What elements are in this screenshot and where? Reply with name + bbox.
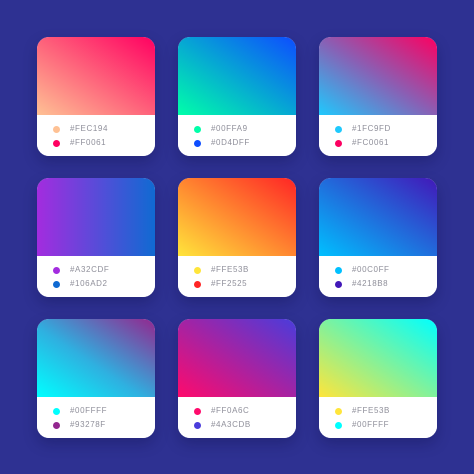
hex-code: #00FFFF bbox=[70, 406, 108, 415]
hex-code: #106AD2 bbox=[70, 279, 108, 288]
hex-code: #4218B8 bbox=[352, 279, 389, 288]
gradient-card-5[interactable]: #FFE53B #FF2525 bbox=[178, 178, 296, 297]
color-row: #FF2525 bbox=[194, 279, 247, 289]
color-dot bbox=[335, 139, 342, 147]
hex-code: #FF2525 bbox=[211, 279, 248, 288]
hex-code: #93278F bbox=[70, 420, 106, 429]
gradient-swatch bbox=[178, 319, 296, 397]
color-dot bbox=[335, 125, 342, 133]
color-codes: #1FC9FD #FC0061 bbox=[319, 115, 437, 156]
color-row: #FFE53B bbox=[335, 406, 390, 416]
hex-code: #1FC9FD bbox=[352, 124, 391, 133]
color-dot bbox=[53, 421, 60, 429]
color-codes: #FFE53B #FF2525 bbox=[178, 256, 296, 297]
gradient-card-1[interactable]: #FEC194 #FF0061 bbox=[37, 37, 155, 156]
color-codes: #FEC194 #FF0061 bbox=[37, 115, 155, 156]
color-dot bbox=[194, 266, 201, 274]
hex-code: #FEC194 bbox=[70, 124, 108, 133]
gradient-swatch bbox=[37, 178, 155, 256]
color-dot bbox=[194, 407, 201, 415]
hex-code: #A32CDF bbox=[70, 265, 110, 274]
color-dot bbox=[53, 125, 60, 133]
color-row: #4218B8 bbox=[335, 279, 388, 289]
color-codes: #00FFA9 #0D4DFF bbox=[178, 115, 296, 156]
color-dot bbox=[194, 139, 201, 147]
hex-code: #FF0061 bbox=[70, 138, 107, 147]
color-row: #93278F bbox=[53, 420, 106, 430]
gradient-card-2[interactable]: #00FFA9 #0D4DFF bbox=[178, 37, 296, 156]
hex-code: #00C0FF bbox=[352, 265, 390, 274]
color-dot bbox=[335, 421, 342, 429]
gradient-palette-grid: #FEC194 #FF0061 #00FFA9 #0D4DFF #1FC9FD … bbox=[0, 0, 474, 474]
gradient-swatch bbox=[178, 37, 296, 115]
color-row: #1FC9FD bbox=[335, 124, 391, 134]
hex-code: #00FFFF bbox=[352, 420, 390, 429]
color-codes: #00C0FF #4218B8 bbox=[319, 256, 437, 297]
gradient-card-3[interactable]: #1FC9FD #FC0061 bbox=[319, 37, 437, 156]
color-dot bbox=[194, 125, 201, 133]
color-codes: #A32CDF #106AD2 bbox=[37, 256, 155, 297]
color-row: #00C0FF bbox=[335, 265, 390, 275]
hex-code: #FFE53B bbox=[352, 406, 390, 415]
color-row: #00FFFF bbox=[335, 420, 389, 430]
gradient-card-8[interactable]: #FF0A6C #4A3CDB bbox=[178, 319, 296, 438]
color-codes: #00FFFF #93278F bbox=[37, 397, 155, 438]
gradient-swatch bbox=[319, 37, 437, 115]
gradient-swatch bbox=[319, 178, 437, 256]
gradient-card-7[interactable]: #00FFFF #93278F bbox=[37, 319, 155, 438]
hex-code: #0D4DFF bbox=[211, 138, 250, 147]
color-row: #FEC194 bbox=[53, 124, 108, 134]
color-codes: #FFE53B #00FFFF bbox=[319, 397, 437, 438]
color-dot bbox=[335, 266, 342, 274]
color-row: #FFE53B bbox=[194, 265, 249, 275]
color-row: #FC0061 bbox=[335, 138, 389, 148]
hex-code: #FF0A6C bbox=[211, 406, 250, 415]
color-dot bbox=[53, 280, 60, 288]
gradient-swatch bbox=[37, 319, 155, 397]
color-dot bbox=[335, 280, 342, 288]
color-row: #A32CDF bbox=[53, 265, 109, 275]
color-dot bbox=[53, 266, 60, 274]
color-row: #FF0A6C bbox=[194, 406, 249, 416]
color-row: #FF0061 bbox=[53, 138, 106, 148]
color-dot bbox=[53, 407, 60, 415]
color-codes: #FF0A6C #4A3CDB bbox=[178, 397, 296, 438]
color-row: #00FFFF bbox=[53, 406, 107, 416]
color-row: #0D4DFF bbox=[194, 138, 250, 148]
gradient-card-9[interactable]: #FFE53B #00FFFF bbox=[319, 319, 437, 438]
color-dot bbox=[194, 421, 201, 429]
gradient-swatch bbox=[319, 319, 437, 397]
color-dot bbox=[335, 407, 342, 415]
hex-code: #00FFA9 bbox=[211, 124, 248, 133]
hex-code: #4A3CDB bbox=[211, 420, 251, 429]
color-dot bbox=[53, 139, 60, 147]
color-dot bbox=[194, 280, 201, 288]
gradient-card-6[interactable]: #00C0FF #4218B8 bbox=[319, 178, 437, 297]
color-row: #106AD2 bbox=[53, 279, 108, 289]
gradient-card-4[interactable]: #A32CDF #106AD2 bbox=[37, 178, 155, 297]
hex-code: #FFE53B bbox=[211, 265, 249, 274]
color-row: #4A3CDB bbox=[194, 420, 251, 430]
gradient-swatch bbox=[37, 37, 155, 115]
gradient-swatch bbox=[178, 178, 296, 256]
hex-code: #FC0061 bbox=[352, 138, 390, 147]
color-row: #00FFA9 bbox=[194, 124, 248, 134]
